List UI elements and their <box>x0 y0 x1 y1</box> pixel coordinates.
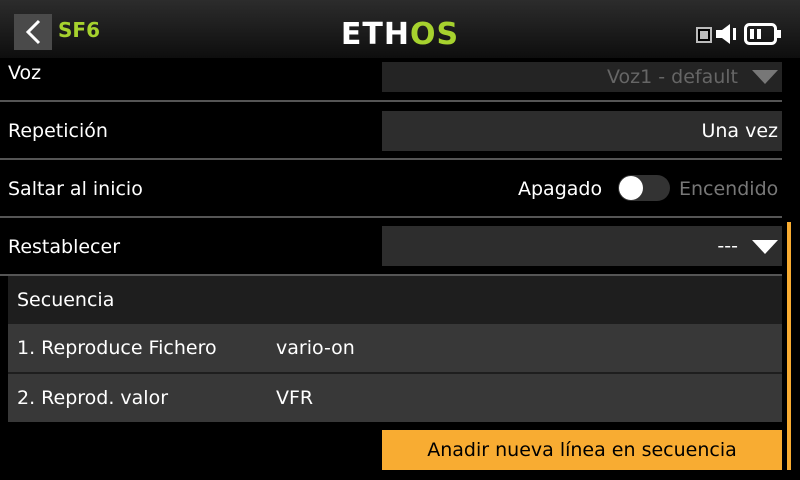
dropdown-arrow-icon <box>752 70 778 84</box>
sequence-item-name: 1. Reproduce Fichero <box>17 337 217 359</box>
sequence-item-value: vario-on <box>276 337 355 359</box>
reset-dropdown[interactable]: --- <box>382 226 782 266</box>
toggle-on-label: Encendido <box>679 178 779 200</box>
skip-start-toggle[interactable] <box>618 175 670 201</box>
reset-label: Restablecer <box>8 236 121 258</box>
voice-value: Voz1 - default <box>607 66 738 88</box>
repeat-value: Una vez <box>701 120 778 142</box>
battery-icon <box>744 23 781 45</box>
sequence-item-value: VFR <box>276 387 314 409</box>
scrollbar[interactable] <box>787 222 791 470</box>
toggle-off-label: Apagado <box>518 178 603 200</box>
repeat-row: Repetición Una vez <box>0 102 782 160</box>
repeat-label: Repetición <box>8 120 108 142</box>
svg-text:ETHOS: ETHOS <box>341 17 459 50</box>
reset-row: Restablecer --- <box>0 218 782 276</box>
add-sequence-line-button[interactable]: Anadir nueva línea en secuencia <box>382 430 782 470</box>
repeat-selector[interactable]: Una vez <box>382 111 782 151</box>
chevron-left-icon <box>25 19 41 45</box>
back-button[interactable] <box>14 14 52 50</box>
sequence-item[interactable]: 1. Reproduce Fichero vario-on <box>8 324 782 372</box>
voice-dropdown[interactable]: Voz1 - default <box>382 62 782 92</box>
reset-value: --- <box>717 235 738 257</box>
sequence-item[interactable]: 2. Reprod. valor VFR <box>8 374 782 422</box>
voice-label: Voz <box>8 62 42 84</box>
speaker-icon <box>716 24 736 44</box>
skip-start-row: Saltar al inicio Apagado Encendido <box>0 160 782 218</box>
sequence-panel: Secuencia 1. Reproduce Fichero vario-on … <box>8 276 782 422</box>
sequence-header: Secuencia <box>17 289 115 311</box>
dropdown-arrow-icon <box>752 240 778 254</box>
toggle-knob <box>619 176 643 200</box>
ethos-logo: ETHOS <box>341 17 459 50</box>
skip-start-label: Saltar al inicio <box>8 178 143 200</box>
page-title: SF6 <box>58 18 100 42</box>
sequence-item-name: 2. Reprod. valor <box>17 387 169 409</box>
record-icon <box>696 27 712 43</box>
title-bar: SF6 ETHOS <box>0 0 800 58</box>
voice-row: Voz Voz1 - default <box>0 58 782 102</box>
